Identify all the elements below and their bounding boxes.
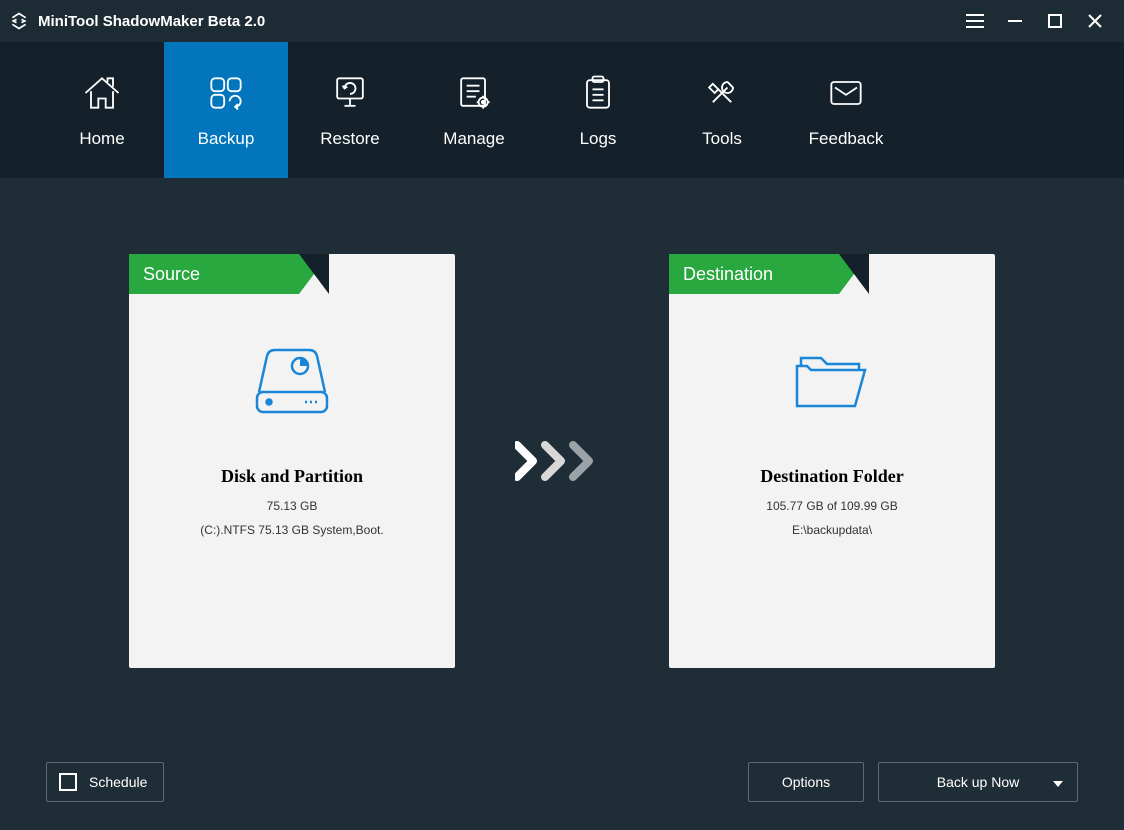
feedback-icon bbox=[824, 71, 868, 115]
nav-manage[interactable]: Manage bbox=[412, 42, 536, 178]
nav-label: Tools bbox=[702, 129, 742, 149]
destination-size: 105.77 GB of 109.99 GB bbox=[669, 499, 995, 513]
nav-label: Feedback bbox=[809, 129, 884, 149]
main-nav: Home Backup Restore Manage bbox=[0, 42, 1124, 178]
options-label: Options bbox=[782, 774, 830, 790]
maximize-icon[interactable] bbox=[1044, 10, 1066, 32]
nav-logs[interactable]: Logs bbox=[536, 42, 660, 178]
nav-label: Restore bbox=[320, 129, 380, 149]
disk-icon bbox=[129, 344, 455, 424]
nav-label: Manage bbox=[443, 129, 504, 149]
nav-restore[interactable]: Restore bbox=[288, 42, 412, 178]
backup-now-button[interactable]: Back up Now bbox=[878, 762, 1078, 802]
options-button[interactable]: Options bbox=[748, 762, 864, 802]
app-logo-icon bbox=[8, 10, 30, 32]
home-icon bbox=[80, 71, 124, 115]
app-title: MiniTool ShadowMaker Beta 2.0 bbox=[38, 13, 964, 30]
nav-backup[interactable]: Backup bbox=[164, 42, 288, 178]
destination-header: Destination bbox=[669, 254, 839, 294]
restore-icon bbox=[328, 71, 372, 115]
source-size: 75.13 GB bbox=[129, 499, 455, 513]
manage-icon bbox=[452, 71, 496, 115]
nav-label: Backup bbox=[198, 129, 255, 149]
arrow-icon bbox=[515, 254, 609, 668]
destination-title: Destination Folder bbox=[669, 466, 995, 487]
close-icon[interactable] bbox=[1084, 10, 1106, 32]
nav-feedback[interactable]: Feedback bbox=[784, 42, 908, 178]
schedule-button[interactable]: Schedule bbox=[46, 762, 164, 802]
menu-icon[interactable] bbox=[964, 10, 986, 32]
backup-icon bbox=[204, 71, 248, 115]
dropdown-caret-icon[interactable] bbox=[1053, 774, 1063, 790]
destination-card[interactable]: Destination Destination Folder 105.77 GB… bbox=[669, 254, 995, 668]
tools-icon bbox=[700, 71, 744, 115]
logs-icon bbox=[576, 71, 620, 115]
backup-label: Back up Now bbox=[937, 774, 1019, 790]
destination-path: E:\backupdata\ bbox=[669, 523, 995, 537]
schedule-checkbox[interactable] bbox=[59, 773, 77, 791]
source-detail: (C:).NTFS 75.13 GB System,Boot. bbox=[129, 523, 455, 537]
nav-home[interactable]: Home bbox=[40, 42, 164, 178]
footer-bar: Schedule Options Back up Now bbox=[0, 734, 1124, 830]
nav-label: Home bbox=[79, 129, 124, 149]
nav-tools[interactable]: Tools bbox=[660, 42, 784, 178]
source-header: Source bbox=[129, 254, 299, 294]
minimize-icon[interactable] bbox=[1004, 10, 1026, 32]
title-bar: MiniTool ShadowMaker Beta 2.0 bbox=[0, 0, 1124, 42]
folder-icon bbox=[669, 344, 995, 424]
source-title: Disk and Partition bbox=[129, 466, 455, 487]
source-card[interactable]: Source Disk and Partition 75.13 GB (C:).… bbox=[129, 254, 455, 668]
nav-label: Logs bbox=[580, 129, 617, 149]
schedule-label: Schedule bbox=[89, 774, 147, 790]
main-content: Source Disk and Partition 75.13 GB (C:).… bbox=[0, 178, 1124, 734]
